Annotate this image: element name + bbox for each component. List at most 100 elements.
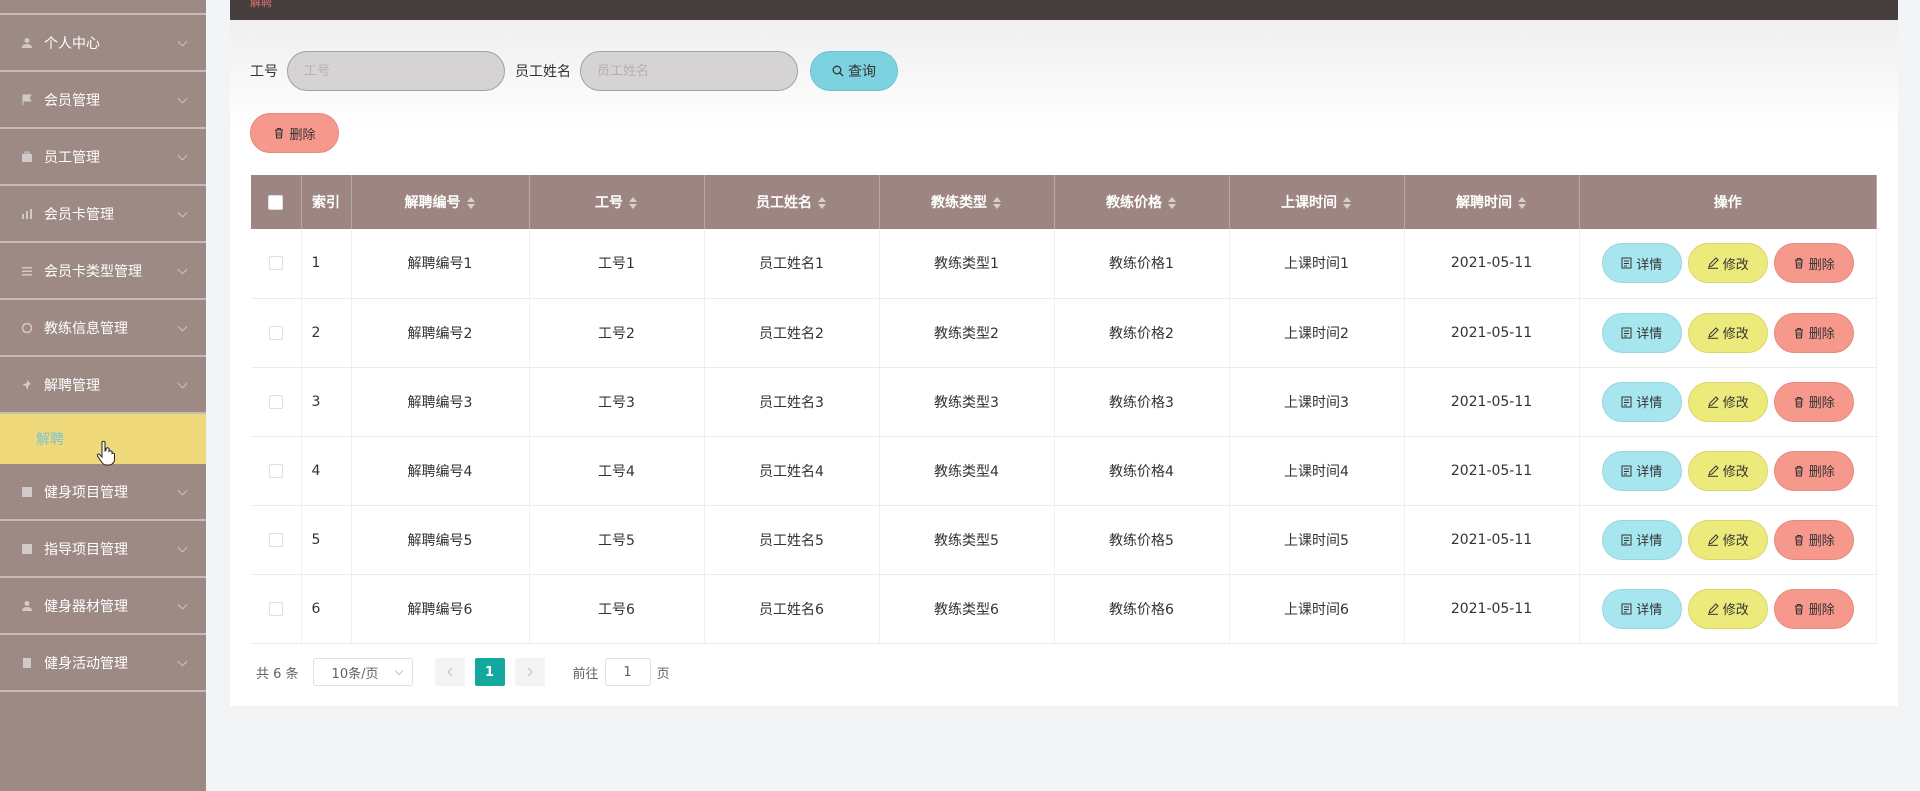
detail-button[interactable]: 详情 xyxy=(1601,312,1682,353)
detail-button[interactable]: 详情 xyxy=(1601,450,1682,491)
sidebar-item-items_after-2[interactable]: 健身器材管理 xyxy=(0,578,206,635)
delete-button[interactable]: 删除 xyxy=(1773,588,1854,629)
row-checkbox[interactable] xyxy=(268,463,283,478)
edit-button-label: 修改 xyxy=(1722,327,1749,342)
col-dismiss-time[interactable]: 解聘时间 xyxy=(1404,175,1580,229)
list-icon xyxy=(20,264,34,278)
detail-button-label: 详情 xyxy=(1636,603,1663,618)
row-checkbox[interactable] xyxy=(268,256,283,271)
sort-icon[interactable] xyxy=(466,197,476,209)
sort-icon[interactable] xyxy=(628,197,638,209)
page-size-select[interactable]: 10条/页 xyxy=(312,658,413,686)
cell-index: 5 xyxy=(301,505,352,575)
sort-icon[interactable] xyxy=(817,197,827,209)
sidebar-item-label: 个人中心 xyxy=(44,35,100,52)
cell-emp-no: 工号4 xyxy=(529,436,705,506)
goto-suffix: 页 xyxy=(656,666,670,682)
sidebar-item-label: 指导项目管理 xyxy=(44,541,128,558)
cell-class-time: 上课时间5 xyxy=(1229,505,1405,575)
row-checkbox[interactable] xyxy=(268,394,283,409)
delete-button-label: 删除 xyxy=(1808,465,1835,480)
edit-button[interactable]: 修改 xyxy=(1687,519,1768,560)
col-emp-name[interactable]: 员工姓名 xyxy=(704,175,880,229)
row-select-cell xyxy=(251,229,302,299)
sidebar-item-items_after-0[interactable]: 健身项目管理 xyxy=(0,464,206,521)
cell-dismiss-time: 2021-05-11 xyxy=(1404,574,1580,644)
table-row: 4 解聘编号4 工号4 员工姓名4 教练类型4 教练价格4 上课时间4 2021-05-11 详… xyxy=(251,436,1877,506)
sidebar-item-label: 健身器材管理 xyxy=(44,598,128,615)
user-icon xyxy=(20,599,34,613)
cell-class-time: 上课时间1 xyxy=(1229,229,1405,299)
col-coach-price[interactable]: 教练价格 xyxy=(1054,175,1230,229)
row-checkbox[interactable] xyxy=(268,601,283,616)
sidebar-item-items-1[interactable]: 会员管理 xyxy=(0,72,206,129)
delete-button[interactable]: 删除 xyxy=(1773,381,1854,422)
pagination: 共 6 条 10条/页 1 前往 页 xyxy=(256,658,670,686)
sidebar-item-items-4[interactable]: 会员卡类型管理 xyxy=(0,243,206,300)
delete-button[interactable]: 删除 xyxy=(1773,519,1854,560)
cell-coach-price: 教练价格4 xyxy=(1054,436,1230,506)
sidebar-item-items-5[interactable]: 教练信息管理 xyxy=(0,300,206,357)
chevron-down-icon xyxy=(177,485,188,496)
table-row: 1 解聘编号1 工号1 员工姓名1 教练类型1 教练价格1 上课时间1 2021-05-11 详… xyxy=(251,229,1877,299)
cell-class-time: 上课时间4 xyxy=(1229,436,1405,506)
batch-delete-button[interactable]: 删除 xyxy=(250,113,339,153)
emp-name-input[interactable] xyxy=(580,51,798,91)
edit-button[interactable]: 修改 xyxy=(1687,243,1768,284)
hand-cursor-icon xyxy=(96,440,115,466)
select-all-checkbox[interactable] xyxy=(268,194,284,210)
cell-coach-type: 教练类型6 xyxy=(879,574,1055,644)
top-bar: 解聘 xyxy=(230,0,1898,20)
sidebar-item-items-2[interactable]: 员工管理 xyxy=(0,129,206,186)
pencil-icon xyxy=(1707,464,1719,477)
cell-index: 6 xyxy=(301,574,352,644)
pin-icon xyxy=(20,378,34,392)
cell-emp-no: 工号3 xyxy=(529,367,705,437)
table-row: 3 解聘编号3 工号3 员工姓名3 教练类型3 教练价格3 上课时间3 2021-05-11 详… xyxy=(251,367,1877,437)
page-number-current[interactable]: 1 xyxy=(474,658,505,686)
detail-button[interactable]: 详情 xyxy=(1601,519,1682,560)
emp-no-input[interactable] xyxy=(287,51,505,91)
edit-button[interactable]: 修改 xyxy=(1687,450,1768,491)
goto-page-input[interactable] xyxy=(604,658,651,686)
sort-icon[interactable] xyxy=(1167,197,1177,209)
sort-icon[interactable] xyxy=(992,197,1002,209)
delete-button[interactable]: 删除 xyxy=(1773,450,1854,491)
chevron-down-icon xyxy=(177,656,188,667)
cell-index: 2 xyxy=(301,298,352,368)
delete-button[interactable]: 删除 xyxy=(1773,243,1854,284)
delete-button[interactable]: 删除 xyxy=(1773,312,1854,353)
chevron-down-icon xyxy=(177,36,188,47)
sidebar-item-items-0[interactable]: 个人中心 xyxy=(0,15,206,72)
edit-button[interactable]: 修改 xyxy=(1687,588,1768,629)
breadcrumb[interactable]: 解聘 xyxy=(230,0,1898,8)
row-checkbox[interactable] xyxy=(268,532,283,547)
cell-coach-type: 教练类型5 xyxy=(879,505,1055,575)
edit-button[interactable]: 修改 xyxy=(1687,312,1768,353)
sort-icon[interactable] xyxy=(1342,197,1352,209)
edit-button[interactable]: 修改 xyxy=(1687,381,1768,422)
next-page-button[interactable] xyxy=(514,658,545,686)
detail-button[interactable]: 详情 xyxy=(1601,381,1682,422)
prev-page-button[interactable] xyxy=(434,658,465,686)
col-dismiss-no[interactable]: 解聘编号 xyxy=(351,175,530,229)
table-body: 1 解聘编号1 工号1 员工姓名1 教练类型1 教练价格1 上课时间1 2021-05-11 详… xyxy=(251,229,1877,644)
sidebar-item-items-6[interactable]: 解聘管理 xyxy=(0,357,206,414)
chevron-down-icon xyxy=(177,150,188,161)
row-checkbox[interactable] xyxy=(268,325,283,340)
edit-button-label: 修改 xyxy=(1722,603,1749,618)
chevron-down-icon xyxy=(177,264,188,275)
col-class-time[interactable]: 上课时间 xyxy=(1229,175,1405,229)
sidebar-item-items-3[interactable]: 会员卡管理 xyxy=(0,186,206,243)
sidebar-item-items_after-1[interactable]: 指导项目管理 xyxy=(0,521,206,578)
col-emp-no[interactable]: 工号 xyxy=(529,175,705,229)
query-button[interactable]: 查询 xyxy=(810,51,898,91)
edit-button-label: 修改 xyxy=(1722,257,1749,273)
detail-button[interactable]: 详情 xyxy=(1601,243,1682,284)
detail-button[interactable]: 详情 xyxy=(1601,588,1682,629)
sidebar-item-items_after-3[interactable]: 健身活动管理 xyxy=(0,635,206,692)
sort-icon[interactable] xyxy=(1517,197,1527,209)
trash-icon xyxy=(1794,396,1803,408)
main-panel: 解聘 工号 员工姓名 查询 删除 索引 解聘编号 工号 员工姓名 教练类型 教练… xyxy=(230,0,1898,706)
col-coach-type[interactable]: 教练类型 xyxy=(879,175,1055,229)
